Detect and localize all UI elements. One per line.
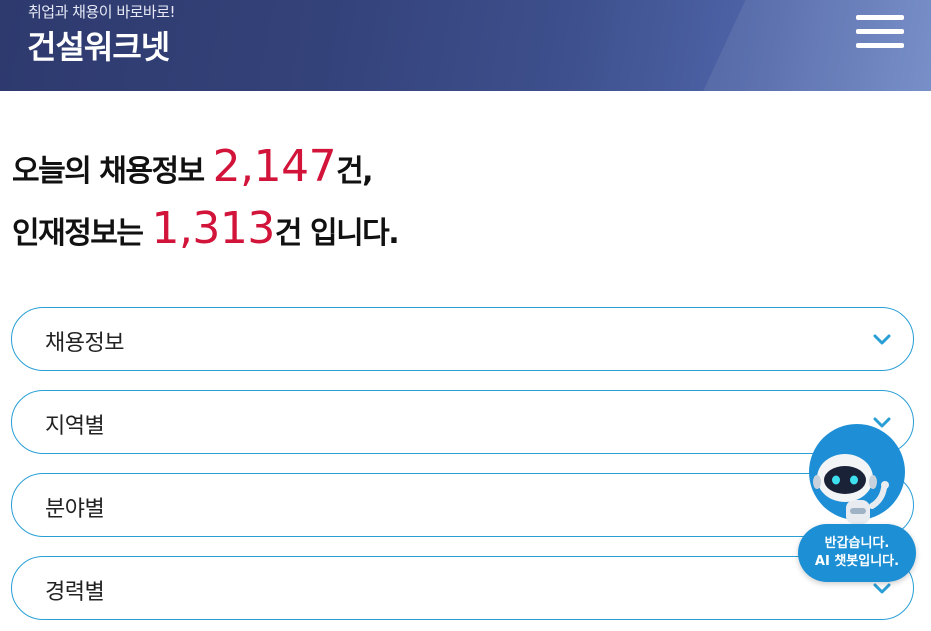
ai-chatbot-button[interactable]: 반갑습니다. AI 챗봇입니다. <box>796 424 920 584</box>
accordion-label: 채용정보 <box>45 331 124 356</box>
hamburger-menu-icon[interactable] <box>856 15 904 49</box>
accordion-region[interactable]: 지역별 <box>11 390 914 454</box>
chatbot-greeting: 반갑습니다. AI 챗봇입니다. <box>798 524 916 582</box>
accordion-label: 경력별 <box>45 580 105 605</box>
headline-job-count: 오늘의 채용정보 2,147건, <box>12 141 374 192</box>
chatbot-greeting-line1: 반갑습니다. <box>824 536 890 551</box>
headline-text: 건 입니다. <box>274 216 400 251</box>
accordion-job-info[interactable]: 채용정보 <box>11 307 914 371</box>
accordion-career[interactable]: 경력별 <box>11 556 914 620</box>
chevron-down-icon <box>873 334 891 345</box>
header: 취업과 채용이 바로바로! 건설워크넷 <box>0 0 931 91</box>
headline-text: 인재정보는 <box>12 216 152 251</box>
job-count: 2,147 <box>212 141 337 192</box>
chatbot-greeting-line2: AI 챗봇입니다. <box>814 554 900 569</box>
accordion-field[interactable]: 분야별 <box>11 473 914 537</box>
headline-talent-count: 인재정보는 1,313건 입니다. <box>12 203 400 254</box>
talent-count: 1,313 <box>151 203 275 254</box>
header-tagline: 취업과 채용이 바로바로! <box>28 3 176 21</box>
robot-icon <box>809 424 905 524</box>
headline-text: 오늘의 채용정보 <box>12 154 213 189</box>
accordion-label: 분야별 <box>45 497 105 522</box>
accordion-label: 지역별 <box>45 414 105 439</box>
headline-text: 건, <box>336 154 374 189</box>
site-logo[interactable]: 건설워크넷 <box>27 22 170 68</box>
